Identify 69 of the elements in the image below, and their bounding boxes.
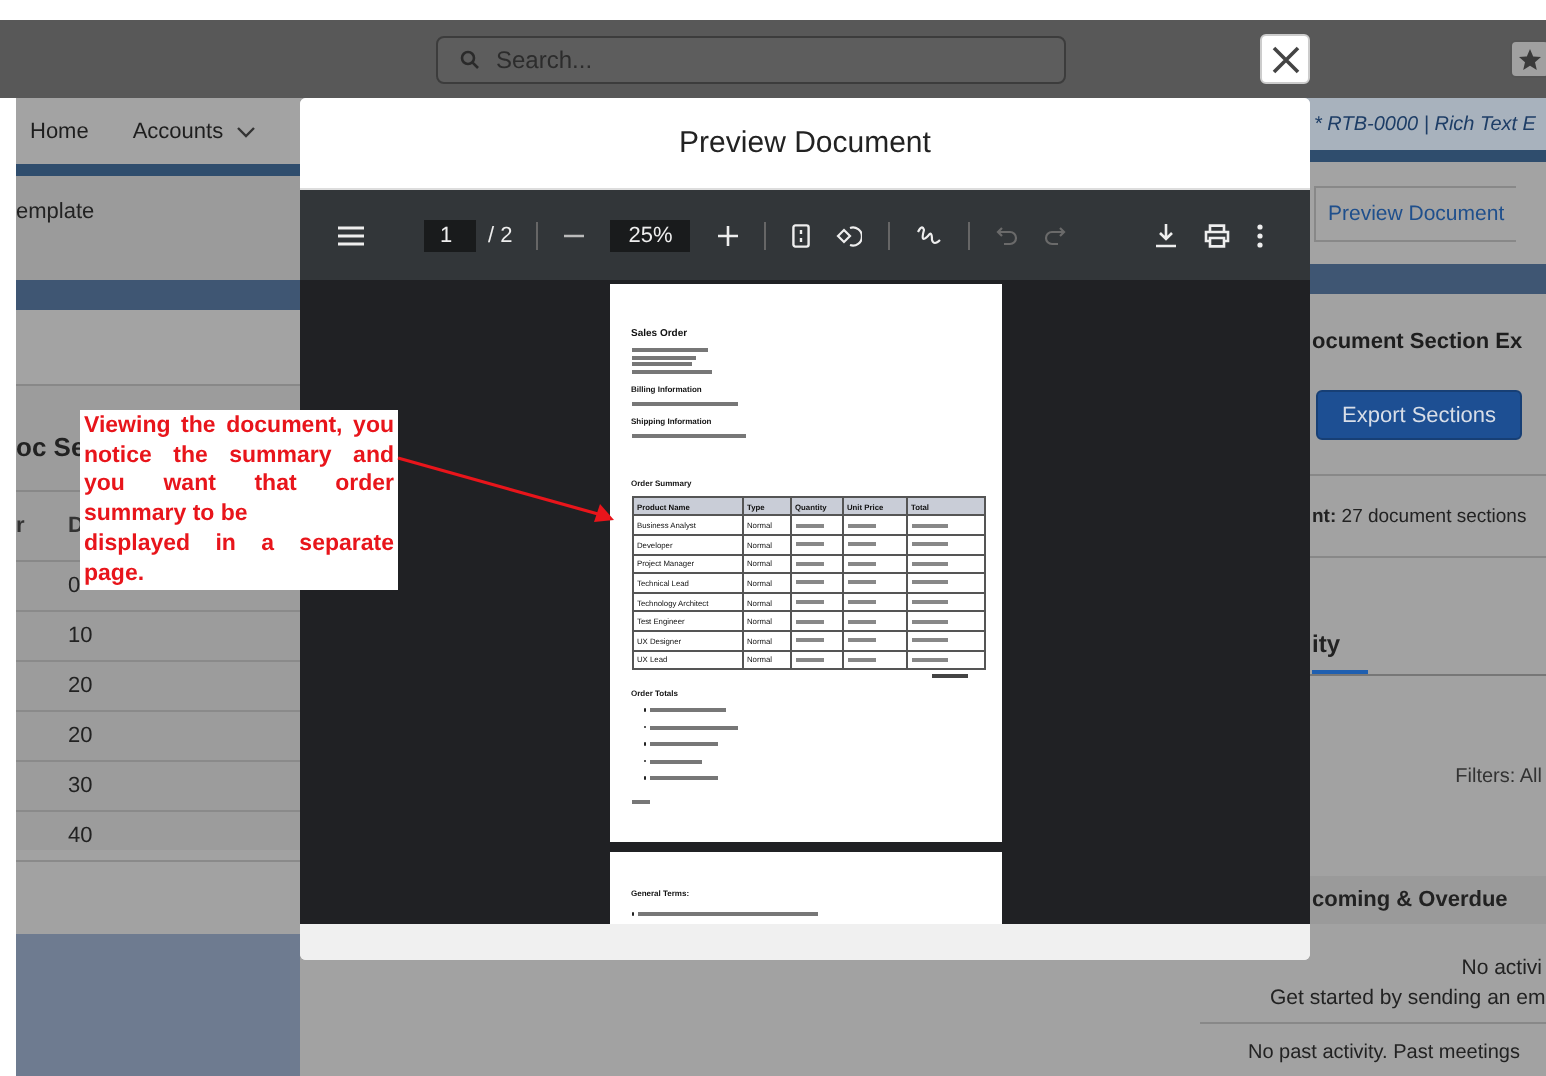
illegible-text [847, 619, 875, 624]
nav-item[interactable]: Accounts [132, 119, 256, 143]
illegible-text [847, 638, 875, 643]
illegible-text [795, 600, 823, 605]
section-count: nt: 27 document sections [1312, 505, 1527, 527]
illegible-text [795, 523, 823, 528]
empty-state-title: No activi [1461, 956, 1542, 980]
illegible-text [931, 674, 967, 679]
rotate-icon[interactable] [836, 223, 863, 247]
close-button[interactable] [1260, 34, 1310, 84]
column-header: r [16, 514, 27, 538]
fit-page-icon[interactable] [792, 223, 811, 247]
illegible-text [911, 542, 947, 547]
zoom-in-icon[interactable] [718, 225, 739, 245]
illegible-text [911, 523, 947, 528]
illegible-text [911, 657, 947, 662]
section-title: ocument Section Ex [1312, 330, 1523, 354]
export-sections-button[interactable]: Export Sections [1316, 390, 1523, 440]
print-icon[interactable] [1204, 223, 1230, 247]
illegible-text [631, 401, 737, 406]
illegible-text [631, 800, 649, 805]
illegible-text [795, 638, 823, 643]
table-cell: 20 [68, 724, 93, 748]
close-icon [1271, 45, 1299, 73]
illegible-text [650, 742, 718, 747]
illegible-text [795, 542, 823, 547]
table-cell: 0 [68, 574, 81, 598]
page-count: / 2 [488, 223, 513, 247]
download-icon[interactable] [1154, 223, 1178, 247]
table-cell: 30 [68, 774, 93, 798]
empty-state-text: No past activity. Past meetings [1248, 1042, 1520, 1064]
illegible-text [650, 725, 738, 730]
section-title: coming & Overdue [1312, 888, 1508, 912]
illegible-text [847, 523, 875, 528]
star-icon [1518, 47, 1542, 71]
illegible-text [795, 561, 823, 566]
record-title: * RTB-0000 | Rich Text E [1314, 113, 1536, 135]
page-number-field[interactable]: 1 [424, 219, 476, 251]
dialog-title: Preview Document [679, 126, 931, 160]
menu-icon[interactable] [338, 225, 364, 245]
nav-item[interactable]: Home [30, 119, 89, 143]
illegible-text [847, 657, 875, 662]
illegible-text [631, 433, 745, 438]
illegible-text [650, 708, 726, 713]
illegible-text [795, 619, 823, 624]
filters-label: Filters: All [1455, 765, 1542, 787]
table-cell: 40 [68, 824, 93, 848]
illegible-text [847, 542, 875, 547]
illegible-text [795, 657, 823, 662]
illegible-text [911, 580, 947, 585]
illegible-text [847, 600, 875, 605]
favorite-button[interactable] [1510, 40, 1546, 78]
illegible-text [847, 561, 875, 566]
draw-icon[interactable] [916, 223, 943, 247]
illegible-text [911, 638, 947, 643]
illegible-text [795, 580, 823, 585]
illegible-text [650, 759, 702, 764]
illegible-text [847, 580, 875, 585]
empty-state-text: Get started by sending an em [1270, 985, 1546, 1009]
illegible-text [911, 619, 947, 624]
page-title: emplate [16, 200, 95, 224]
zoom-field[interactable]: 25% [610, 219, 691, 251]
illegible-text [911, 561, 947, 566]
table-cell: 20 [68, 674, 93, 698]
illegible-text [911, 600, 947, 605]
annotation-text: Viewing the document, you notice the summary and you want that order summary to be displayed in a separate page. [84, 412, 394, 589]
more-options-icon[interactable] [1256, 223, 1264, 247]
illegible-text [650, 776, 718, 781]
table-cell: 10 [68, 624, 93, 648]
